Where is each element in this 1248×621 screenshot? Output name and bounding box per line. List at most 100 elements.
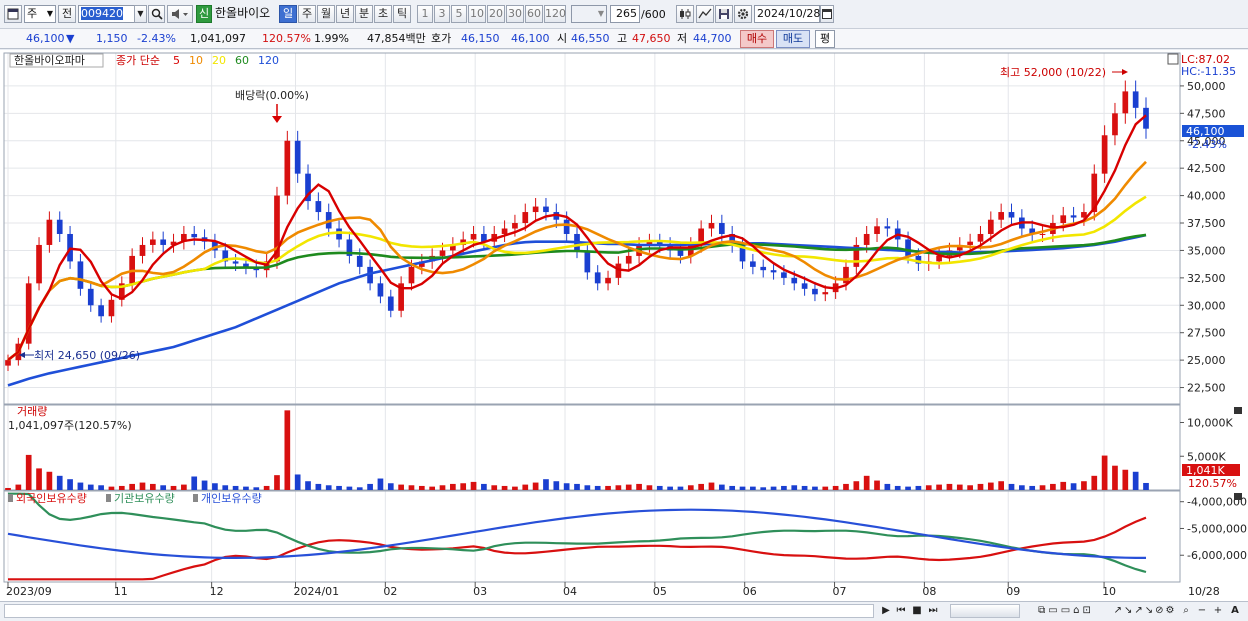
candle-body xyxy=(708,223,715,229)
search-icon[interactable] xyxy=(148,5,165,23)
ma-legend-prefix: 종가 단순 xyxy=(116,54,160,67)
candle-body xyxy=(36,244,42,284)
interval-tab-1[interactable]: 1 xyxy=(417,5,433,23)
drawing-tools-icon[interactable]: ⧉▭▭⌂⊡ xyxy=(1026,604,1106,618)
x-tick-label: 10 xyxy=(1102,585,1116,598)
interval-tab-5[interactable]: 5 xyxy=(451,5,467,23)
minus-icon[interactable]: − xyxy=(1196,604,1208,618)
volume-bar xyxy=(46,471,53,490)
ask-price-2: 46,100 xyxy=(511,32,550,45)
scroll-track[interactable] xyxy=(4,604,874,618)
low-annotation: 최저 24,650 (09/26) xyxy=(34,349,140,362)
candle-body xyxy=(408,266,415,284)
volume-bar xyxy=(718,484,725,490)
scroll-end-icon[interactable]: ⏭ xyxy=(926,604,940,618)
period-select[interactable]: 주 ▼ xyxy=(24,5,56,23)
stop-icon[interactable]: ■ xyxy=(910,604,924,618)
interval-tab-3[interactable]: 3 xyxy=(434,5,450,23)
volume-bar xyxy=(853,481,860,490)
volume-bar xyxy=(1050,483,1056,490)
period-tab-5[interactable]: 초 xyxy=(374,5,392,23)
stock-chart[interactable]: 50,00047,50045,00042,50040,00037,50035,0… xyxy=(0,50,1248,601)
volume-bar xyxy=(1060,481,1067,490)
volume-bar xyxy=(108,486,115,490)
line-tools-icon[interactable]: ↗↘↗↘⊘⚙ xyxy=(1110,604,1180,618)
speaker-icon[interactable] xyxy=(167,5,193,23)
period-tab-6[interactable]: 틱 xyxy=(393,5,411,23)
candle-body xyxy=(439,250,446,256)
volume-bar xyxy=(936,484,942,490)
down-arrow-icon: ▼ xyxy=(66,32,75,45)
panel-menu-icon[interactable] xyxy=(1167,53,1179,65)
candle-body xyxy=(191,233,198,238)
volume-bar xyxy=(450,483,456,490)
candle-body xyxy=(594,272,601,284)
volume-bar xyxy=(605,485,611,490)
x-tick-label: 2024/01 xyxy=(293,585,339,598)
candle-body xyxy=(750,261,756,267)
candle-body xyxy=(1101,135,1108,174)
volume-tick-label: 5,000K xyxy=(1187,450,1226,463)
volume-bar xyxy=(574,483,580,490)
zoom-icon[interactable]: ⌕ xyxy=(1180,604,1192,618)
interval-tab-20[interactable]: 20 xyxy=(487,5,505,23)
plus-icon[interactable]: + xyxy=(1212,604,1224,618)
font-size-icon[interactable]: A xyxy=(1228,604,1242,618)
sell-button[interactable]: 매도 xyxy=(776,30,810,48)
code-dropdown-button[interactable]: ▼ xyxy=(134,5,147,23)
candle-body xyxy=(315,201,322,213)
y-tick-label: 35,000 xyxy=(1187,244,1226,257)
candle-body xyxy=(284,140,291,196)
ma-legend-120: 120 xyxy=(258,54,279,67)
chart-tool-icon[interactable] xyxy=(696,5,714,23)
period-tab-1[interactable]: 주 xyxy=(298,5,316,23)
scroll-right-icon[interactable]: ▶ xyxy=(880,604,892,618)
code-input[interactable]: 009420 xyxy=(78,5,136,23)
x-tick-label: 12 xyxy=(210,585,224,598)
gear-icon[interactable] xyxy=(734,5,752,23)
y-tick-label: 37,500 xyxy=(1187,217,1226,230)
prev-button[interactable]: 전 xyxy=(58,5,76,23)
period-tab-0[interactable]: 일 xyxy=(279,5,297,23)
x-tick-label: 04 xyxy=(563,585,577,598)
avg-button[interactable]: 평 xyxy=(815,30,835,48)
interval-tab-60[interactable]: 60 xyxy=(525,5,543,23)
volume-bar xyxy=(636,483,642,490)
count-input[interactable]: 265 xyxy=(610,5,640,23)
period-tab-3[interactable]: 년 xyxy=(336,5,354,23)
interval-tab-30[interactable]: 30 xyxy=(506,5,524,23)
volume-panel-close-icon[interactable] xyxy=(1234,407,1242,414)
volume-bar xyxy=(956,484,963,490)
volume-bar xyxy=(315,483,322,490)
volume-bar xyxy=(791,485,798,490)
chart-scrollbar[interactable]: ▶ ⏮ ■ ⏭ ⧉▭▭⌂⊡ ↗↘↗↘⊘⚙ ⌕ − + A xyxy=(0,601,1248,621)
volume-bar xyxy=(87,484,94,490)
candle-body xyxy=(998,212,1005,220)
candle-body xyxy=(563,219,570,234)
period-tab-4[interactable]: 분 xyxy=(355,5,373,23)
calendar-icon[interactable] xyxy=(820,5,834,23)
zoom-slider[interactable] xyxy=(950,604,1020,618)
volume-bar xyxy=(667,486,673,490)
x-tick-label: 11 xyxy=(114,585,128,598)
volume-bar xyxy=(170,485,177,490)
window-icon[interactable] xyxy=(4,5,22,23)
volume-bar xyxy=(56,475,63,490)
volume-bar xyxy=(729,485,736,490)
candle-icon[interactable] xyxy=(676,5,694,23)
buy-button[interactable]: 매수 xyxy=(740,30,774,48)
interval-custom-select[interactable]: ▼ xyxy=(571,5,607,23)
interval-tab-120[interactable]: 120 xyxy=(544,5,566,23)
y-tick-label: 22,500 xyxy=(1187,382,1226,395)
date-input[interactable]: 2024/10/28 xyxy=(754,5,820,23)
volume-bar xyxy=(232,485,239,490)
holding-panel-close-icon[interactable] xyxy=(1234,493,1242,500)
period-tab-2[interactable]: 월 xyxy=(317,5,335,23)
save-icon[interactable] xyxy=(715,5,733,23)
scroll-start-icon[interactable]: ⏮ xyxy=(894,604,908,618)
volume-bar xyxy=(812,486,818,490)
new-badge[interactable]: 신 xyxy=(196,5,212,23)
interval-tab-10[interactable]: 10 xyxy=(468,5,486,23)
volume-bar xyxy=(1101,455,1108,490)
x-tick-label: 03 xyxy=(473,585,487,598)
